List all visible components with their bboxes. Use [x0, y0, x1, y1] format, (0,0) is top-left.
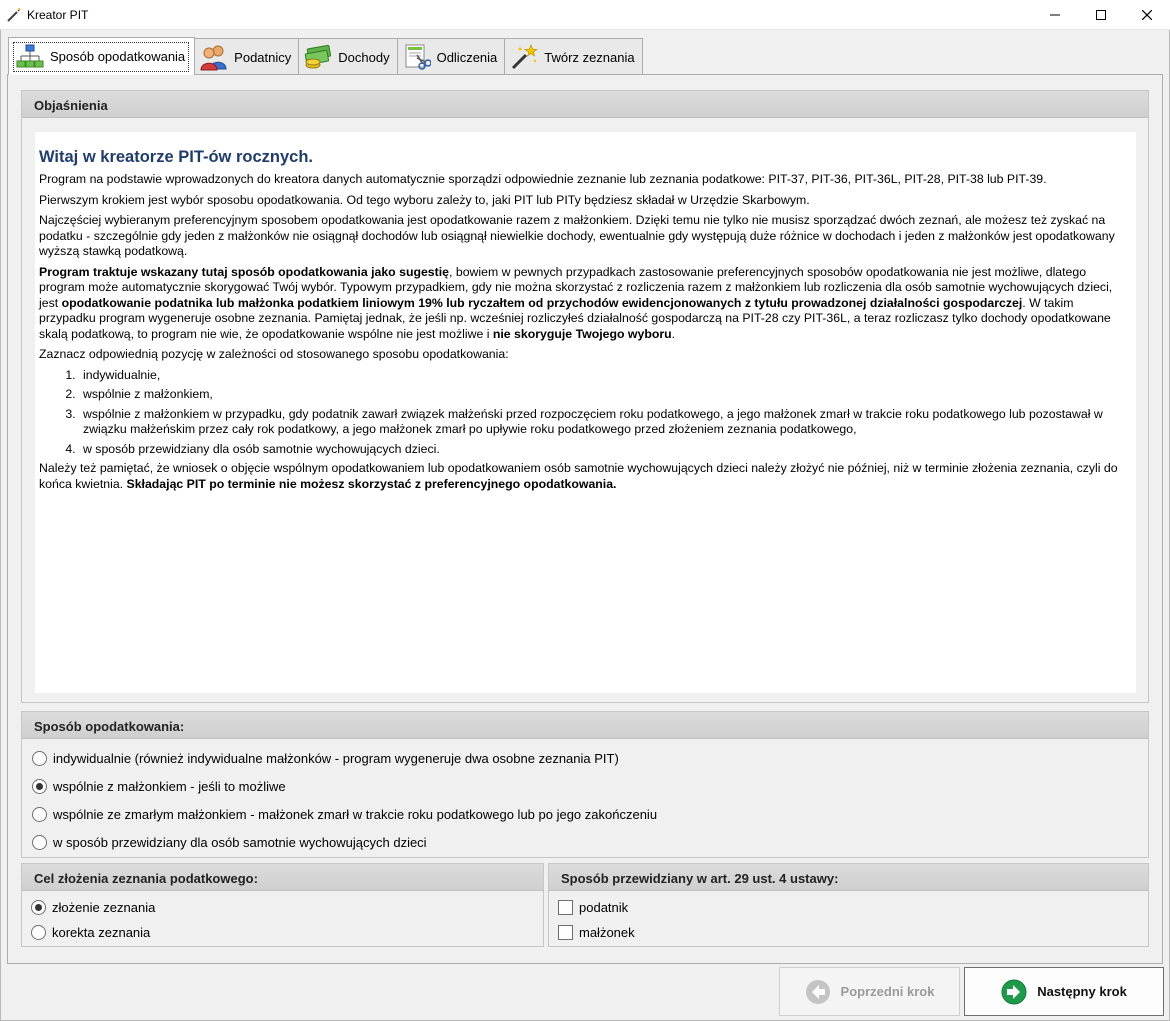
explanations-group: Objaśnienia Witaj w kreatorze PIT-ów roc…: [21, 90, 1149, 703]
filing-purpose-group: Cel złożenia zeznania podatkowego: złoże…: [21, 863, 544, 947]
explanations-text: Witaj w kreatorze PIT-ów rocznych. Progr…: [35, 132, 1136, 693]
checkbox-podatnik[interactable]: podatnik: [558, 896, 628, 918]
checkbox-malzonek[interactable]: małżonek: [558, 921, 635, 943]
tab-sposob-opodatkowania[interactable]: Sposób opodatkowania: [8, 37, 196, 75]
radio-label: wspólnie ze zmarłym małżonkiem - małżone…: [53, 806, 658, 822]
art29-group: Sposób przewidziany w art. 29 ust. 4 ust…: [548, 863, 1149, 947]
radio-button[interactable]: [32, 750, 47, 766]
bold-text: Program traktuje wskazany tutaj sposób o…: [39, 264, 450, 279]
checkbox-label: podatnik: [579, 899, 629, 915]
radio-label: w sposób przewidziany dla osób samotnie …: [53, 834, 427, 850]
list-item: wspólnie z małżonkiem w przypadku, gdy p…: [79, 407, 1132, 438]
paragraph-select-option: Zaznacz odpowiednią pozycję w zależności…: [39, 347, 509, 361]
close-button[interactable]: [1124, 0, 1170, 30]
taxation-method-group: Sposób opodatkowania: indywidualnie (rów…: [21, 711, 1149, 858]
welcome-heading: Witaj w kreatorze PIT-ów rocznych.: [39, 148, 313, 166]
tab-label: Odliczenia: [436, 49, 498, 65]
radio-button[interactable]: [31, 924, 46, 940]
checkbox-label: małżonek: [579, 924, 635, 940]
radio-label: korekta zeznania: [52, 924, 151, 940]
tab-label: Dochody: [338, 49, 390, 65]
network-icon: [16, 44, 44, 67]
magic-wand-icon: [7, 8, 21, 22]
radio-label: złożenie zeznania: [52, 899, 156, 915]
radio-label: wspólnie z małżonkiem - jeśli to możliwe: [53, 778, 286, 794]
users-icon: [200, 45, 227, 71]
bold-text: nie skoryguje Twojego wyboru: [492, 326, 672, 341]
tab-dochody[interactable]: Dochody: [298, 38, 398, 75]
maximize-icon: [1096, 10, 1106, 20]
tab-podatnicy[interactable]: Podatnicy: [194, 38, 300, 75]
tab-focus-outline: Sposób opodatkowania: [13, 41, 190, 72]
minimize-button[interactable]: [1032, 0, 1078, 30]
paragraph-first-step: Pierwszym krokiem jest wybór sposobu opo…: [39, 192, 810, 207]
paragraph-deadline: Należy też pamiętać, że wniosek o objęci…: [39, 461, 1132, 492]
options-list: indywidualnie, wspólnie z małżonkiem, ws…: [39, 368, 1132, 458]
tab-bar: Sposób opodatkowania Podatnicy Dochody O…: [8, 37, 643, 75]
button-label: Następny krok: [1037, 984, 1127, 999]
radio-indywidualnie[interactable]: indywidualnie (również indywidualne małż…: [32, 747, 619, 769]
arrow-left-icon: [805, 979, 830, 1004]
arrow-right-icon: [1001, 979, 1027, 1004]
minimize-icon: [1050, 14, 1060, 16]
text-span: .: [671, 326, 676, 341]
title-bar: Kreator PIT: [0, 0, 1170, 30]
money-icon: [305, 44, 332, 69]
checkbox[interactable]: [558, 899, 573, 915]
radio-button[interactable]: [32, 834, 47, 850]
checkbox[interactable]: [558, 924, 573, 940]
radio-zlozenie-zeznania[interactable]: złożenie zeznania: [31, 896, 155, 918]
filing-purpose-header: Cel złożenia zeznania podatkowego:: [22, 864, 543, 891]
list-item: wspólnie z małżonkiem,: [79, 387, 1132, 403]
radio-button-selected[interactable]: [31, 899, 46, 915]
paragraph-intro: Program na podstawie wprowadzonych do kr…: [39, 172, 1047, 186]
list-item: w sposób przewidziany dla osób samotnie …: [79, 442, 1132, 458]
explanations-header: Objaśnienia: [22, 91, 1148, 118]
tab-label: Sposób opodatkowania: [50, 49, 186, 64]
tab-tworz-zeznania[interactable]: Twórz zeznania: [504, 38, 643, 75]
button-label: Poprzedni krok: [840, 984, 935, 999]
tab-odliczenia[interactable]: Odliczenia: [396, 38, 506, 75]
paragraph-joint-taxation: Najczęściej wybieranym preferencyjnym sp…: [39, 213, 1115, 258]
radio-button[interactable]: [32, 806, 47, 822]
taxation-method-header: Sposób opodatkowania:: [22, 712, 1148, 739]
bold-text: opodatkowanie podatnika lub małżonka pod…: [61, 295, 1023, 310]
radio-button-selected[interactable]: [32, 778, 47, 794]
art29-header: Sposób przewidziany w art. 29 ust. 4 ust…: [549, 864, 1148, 891]
bold-text: Składając PIT po terminie nie możesz sko…: [126, 476, 617, 491]
radio-wspolnie-ze-zmarlym[interactable]: wspólnie ze zmarłym małżonkiem - małżone…: [32, 803, 657, 825]
scissors-doc-icon: [405, 44, 431, 70]
paragraph-suggestion: Program traktuje wskazany tutaj sposób o…: [39, 265, 1132, 343]
radio-korekta-zeznania[interactable]: korekta zeznania: [31, 921, 150, 943]
radio-wspolnie-z-malzonkiem[interactable]: wspólnie z małżonkiem - jeśli to możliwe: [32, 775, 286, 797]
radio-label: indywidualnie (również indywidualne małż…: [53, 750, 619, 766]
maximize-button[interactable]: [1078, 0, 1124, 30]
close-icon: [1142, 10, 1152, 20]
previous-step-button[interactable]: Poprzedni krok: [779, 967, 960, 1016]
next-step-button[interactable]: Następny krok: [964, 967, 1164, 1016]
radio-samotnie-wychowujacy[interactable]: w sposób przewidziany dla osób samotnie …: [32, 831, 427, 853]
list-item: indywidualnie,: [79, 368, 1132, 384]
magic-wand-icon: [512, 44, 539, 70]
tab-label: Twórz zeznania: [544, 49, 635, 65]
tab-label: Podatnicy: [234, 49, 292, 65]
window-title: Kreator PIT: [27, 8, 89, 22]
